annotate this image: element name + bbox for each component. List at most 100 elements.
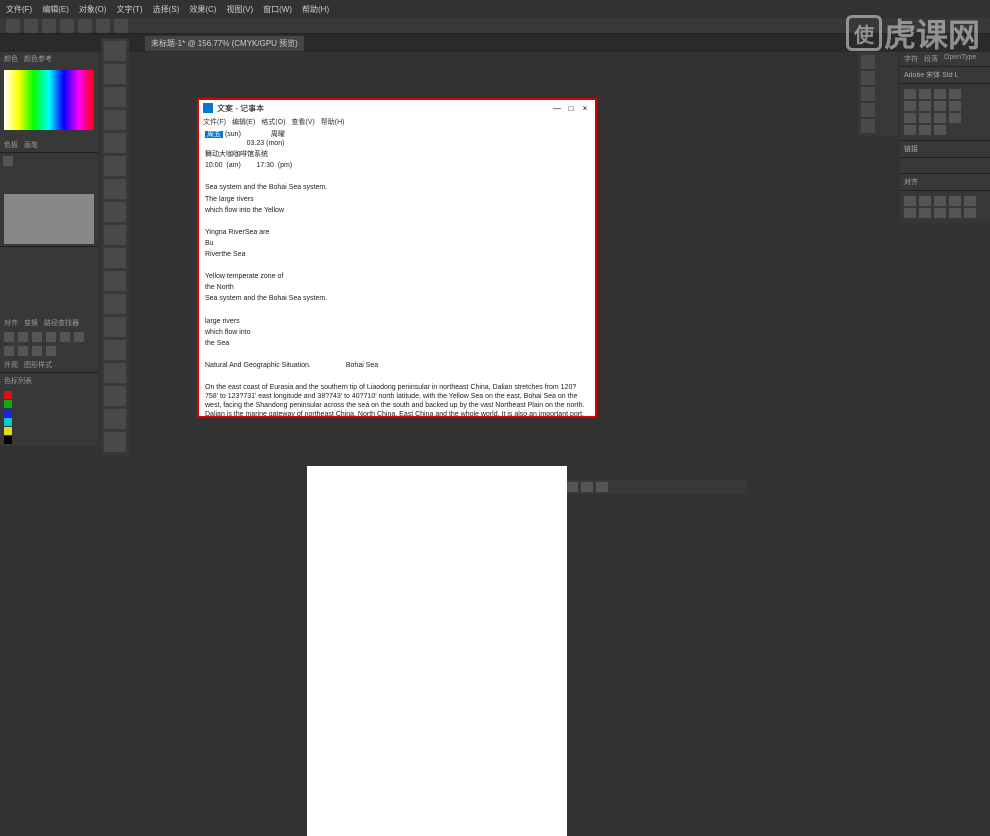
mt-icon[interactable]: [566, 482, 578, 492]
menu-window[interactable]: 窗口(W): [263, 4, 292, 15]
brush-tool-icon[interactable]: [104, 202, 126, 222]
dialog-text-area[interactable]: 周五 (sun) 周曜 ----- 03.23 (mon) 舞动大咖咖啡馆系统 …: [199, 128, 595, 416]
align-btn[interactable]: [904, 196, 916, 206]
panel-tab-align[interactable]: 对齐: [4, 318, 18, 328]
wand-tool-icon[interactable]: [104, 87, 126, 107]
right-strip-icon[interactable]: [861, 103, 875, 117]
align-left-icon[interactable]: [4, 332, 14, 342]
mt-icon[interactable]: [581, 482, 593, 492]
gradient-tool-icon[interactable]: [104, 340, 126, 360]
rect-tool-icon[interactable]: [104, 179, 126, 199]
control-icon[interactable]: [96, 19, 110, 33]
menu-effect[interactable]: 效果(C): [189, 4, 216, 15]
align-btn[interactable]: [949, 208, 961, 218]
line-tool-icon[interactable]: [104, 156, 126, 176]
dist-icon[interactable]: [32, 346, 42, 356]
font-selector[interactable]: Adobe 宋体 Std L: [900, 66, 990, 83]
scale-tool-icon[interactable]: [104, 294, 126, 314]
dist-icon[interactable]: [46, 346, 56, 356]
align-btn[interactable]: [934, 196, 946, 206]
swatch-item[interactable]: [4, 418, 12, 426]
char-btn[interactable]: [919, 113, 931, 123]
type-tool-icon[interactable]: [104, 133, 126, 153]
align-vcenter-icon[interactable]: [60, 332, 70, 342]
panel-tab-swatch[interactable]: 色板: [4, 140, 18, 150]
rotate-tool-icon[interactable]: [104, 271, 126, 291]
align-bottom-icon[interactable]: [74, 332, 84, 342]
window-maximize-button[interactable]: □: [565, 104, 577, 113]
pen-tool-icon[interactable]: [104, 110, 126, 130]
control-icon[interactable]: [42, 19, 56, 33]
right-strip-icon[interactable]: [861, 87, 875, 101]
menu-view[interactable]: 视图(V): [226, 4, 253, 15]
control-icon[interactable]: [60, 19, 74, 33]
color-spectrum[interactable]: [4, 70, 94, 130]
control-icon[interactable]: [78, 19, 92, 33]
align-btn[interactable]: [964, 208, 976, 218]
dist-icon[interactable]: [4, 346, 14, 356]
align-right-icon[interactable]: [32, 332, 42, 342]
align-top-icon[interactable]: [46, 332, 56, 342]
align-btn[interactable]: [964, 196, 976, 206]
right-align-header[interactable]: 对齐: [900, 173, 990, 190]
char-btn[interactable]: [949, 101, 961, 111]
dlg-menu-file[interactable]: 文件(F): [203, 117, 226, 127]
swatch-item[interactable]: [4, 400, 12, 408]
char-btn[interactable]: [934, 89, 946, 99]
dialog-titlebar[interactable]: 文案 - 记事本 — □ ×: [199, 100, 595, 116]
panel-tab-appearance[interactable]: 外观: [4, 360, 18, 370]
right-strip-icon[interactable]: [861, 71, 875, 85]
menu-edit[interactable]: 编辑(E): [42, 4, 69, 15]
char-btn[interactable]: [904, 89, 916, 99]
right-links-header[interactable]: 链接: [900, 140, 990, 157]
window-close-button[interactable]: ×: [579, 104, 591, 113]
char-btn[interactable]: [919, 125, 931, 135]
align-btn[interactable]: [919, 208, 931, 218]
align-btn[interactable]: [904, 208, 916, 218]
menu-object[interactable]: 对象(O): [79, 4, 107, 15]
dlg-menu-help[interactable]: 帮助(H): [321, 117, 345, 127]
control-icon[interactable]: [6, 19, 20, 33]
panel-tab-guide[interactable]: 颜色参考: [24, 54, 52, 64]
mt-icon[interactable]: [596, 482, 608, 492]
align-hcenter-icon[interactable]: [18, 332, 28, 342]
panel-tab-color[interactable]: 颜色: [4, 54, 18, 64]
char-btn[interactable]: [919, 101, 931, 111]
panel-tab-transform[interactable]: 变换: [24, 318, 38, 328]
hand-tool-icon[interactable]: [104, 386, 126, 406]
dlg-menu-view[interactable]: 查看(V): [291, 117, 314, 127]
pencil-tool-icon[interactable]: [104, 225, 126, 245]
eyedrop-tool-icon[interactable]: [104, 363, 126, 383]
align-btn[interactable]: [934, 208, 946, 218]
zoom-tool-icon[interactable]: [104, 409, 126, 429]
char-btn[interactable]: [904, 101, 916, 111]
panel-tab-brush[interactable]: 画笔: [24, 140, 38, 150]
right-strip-icon[interactable]: [861, 55, 875, 69]
fill-stroke-icon[interactable]: [104, 432, 126, 452]
menu-select[interactable]: 选择(S): [153, 4, 180, 15]
panel-tab-graphic[interactable]: 图形样式: [24, 360, 52, 370]
menu-type[interactable]: 文字(T): [116, 4, 142, 15]
char-btn[interactable]: [934, 125, 946, 135]
direct-select-tool-icon[interactable]: [104, 64, 126, 84]
menu-file[interactable]: 文件(F): [6, 4, 32, 15]
char-btn[interactable]: [949, 89, 961, 99]
dlg-menu-edit[interactable]: 编辑(E): [232, 117, 255, 127]
align-btn[interactable]: [949, 196, 961, 206]
align-btn[interactable]: [919, 196, 931, 206]
right-strip-icon[interactable]: [861, 119, 875, 133]
gradient-preview[interactable]: [4, 194, 94, 244]
swatch-item[interactable]: [4, 409, 12, 417]
char-btn[interactable]: [934, 113, 946, 123]
menu-help[interactable]: 帮助(H): [302, 4, 329, 15]
char-btn[interactable]: [904, 125, 916, 135]
selection-tool-icon[interactable]: [104, 41, 126, 61]
swatch-item[interactable]: [4, 391, 12, 399]
control-icon[interactable]: [24, 19, 38, 33]
dist-icon[interactable]: [18, 346, 28, 356]
width-tool-icon[interactable]: [104, 317, 126, 337]
swatch-item[interactable]: [4, 436, 12, 444]
char-btn[interactable]: [949, 113, 961, 123]
window-minimize-button[interactable]: —: [551, 104, 563, 113]
swatch-item[interactable]: [4, 427, 12, 435]
